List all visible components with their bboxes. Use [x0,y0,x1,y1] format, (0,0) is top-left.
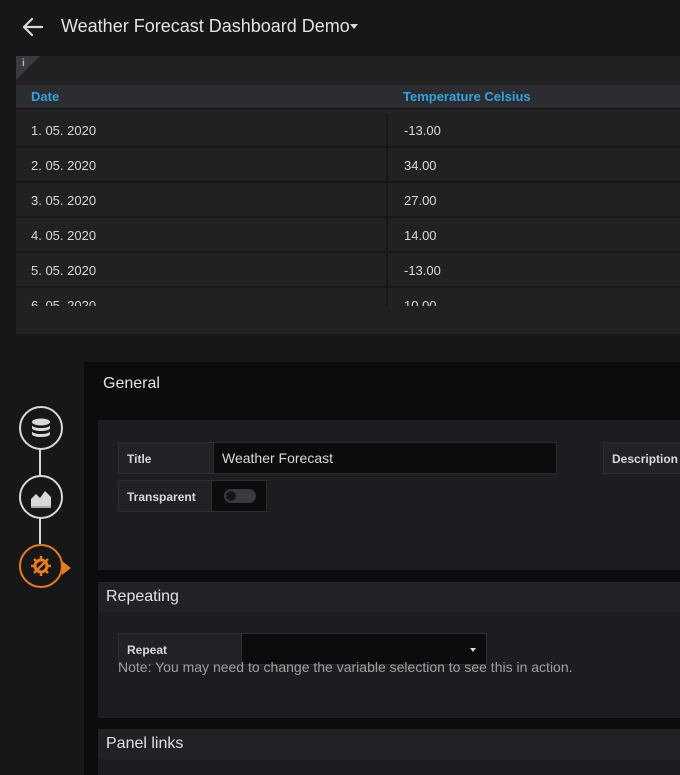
column-divider [386,218,388,251]
panel-links-section-header[interactable]: Panel links [98,729,680,759]
table-panel: i Date Temperature Celsius 1. 05. 2020 -… [16,56,680,334]
table-row: 2. 05. 2020 34.00 [16,148,680,183]
panel-info-corner[interactable] [16,56,40,80]
cell-temperature: 27.00 [404,193,437,208]
table-header: Date Temperature Celsius [16,85,680,109]
table-row: 6. 05. 2020 10.00 [16,288,680,306]
cell-temperature: 34.00 [404,158,437,173]
back-arrow-icon[interactable] [18,12,48,42]
cell-temperature: -13.00 [404,263,441,278]
cell-date: 6. 05. 2020 [31,298,97,306]
general-heading: General [103,375,160,392]
column-divider [386,113,388,146]
transparent-toggle-container [211,480,267,512]
database-icon [32,418,50,437]
repeating-section-header[interactable]: Repeating [98,582,680,612]
dashboard-title[interactable]: Weather Forecast Dashboard Demo [61,16,350,37]
table-row: 5. 05. 2020 -13.00 [16,253,680,288]
info-icon[interactable]: i [22,58,25,69]
queries-step-button[interactable] [19,406,63,450]
table-row: 3. 05. 2020 27.00 [16,183,680,218]
cell-temperature: -13.00 [404,123,441,138]
wrench-gear-icon [31,556,51,576]
cell-temperature: 10.00 [404,298,437,306]
title-input[interactable]: Weather Forecast [213,442,557,474]
cell-date: 4. 05. 2020 [31,228,97,243]
toggle-knob [226,491,236,501]
transparent-label: Transparent [118,480,212,512]
column-divider [386,148,388,181]
column-header-date[interactable]: Date [31,89,59,104]
visualization-step-button[interactable] [19,475,63,519]
column-header-temperature[interactable]: Temperature Celsius [403,89,531,104]
general-step-button[interactable] [19,544,63,588]
general-section: Title Weather Forecast Description Trans… [98,420,680,570]
area-chart-icon [31,491,51,508]
cell-temperature: 14.00 [404,228,437,243]
chevron-down-icon[interactable] [350,24,358,29]
title-label: Title [118,442,214,474]
top-bar: Weather Forecast Dashboard Demo [0,0,680,54]
cell-date: 2. 05. 2020 [31,158,97,173]
cell-date: 3. 05. 2020 [31,193,97,208]
cell-date: 5. 05. 2020 [31,263,97,278]
cell-date: 1. 05. 2020 [31,123,97,138]
table-row: 1. 05. 2020 -13.00 [16,113,680,148]
panel-links-section [98,759,680,775]
panel-links-heading: Panel links [106,735,184,752]
column-divider [386,183,388,216]
active-step-pointer [62,561,71,575]
chevron-down-icon [470,648,476,652]
column-divider [386,288,388,306]
panel-editor: General Title Weather Forecast Descripti… [84,362,680,775]
column-divider [386,253,388,286]
repeating-heading: Repeating [106,588,179,605]
table-body[interactable]: 1. 05. 2020 -13.00 2. 05. 2020 34.00 3. … [16,113,680,306]
repeating-section: Repeat Note: You may need to change the … [98,612,680,718]
transparent-toggle[interactable] [224,489,256,503]
repeat-note: Note: You may need to change the variabl… [118,659,573,675]
table-row: 4. 05. 2020 14.00 [16,218,680,253]
description-label: Description [603,442,680,474]
